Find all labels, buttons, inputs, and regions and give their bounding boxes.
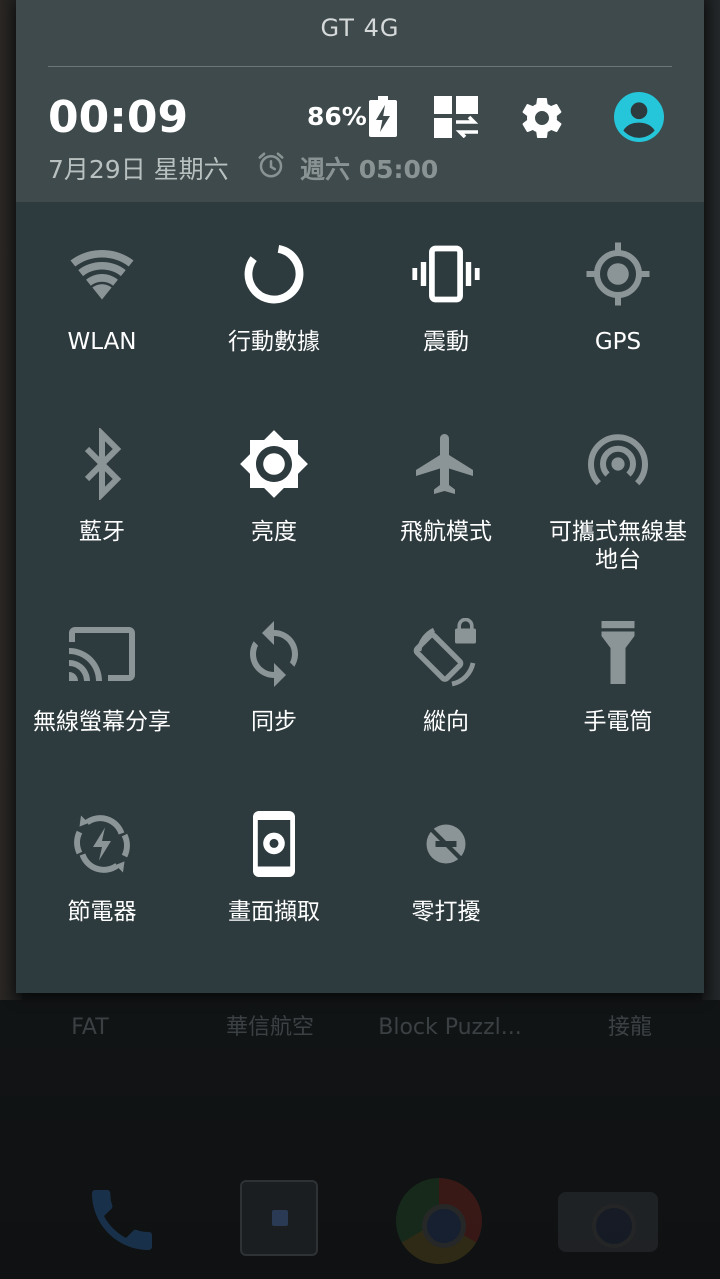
tile-cast[interactable]: 無線螢幕分享: [16, 582, 188, 772]
tile-sync[interactable]: 同步: [188, 582, 360, 772]
do-not-disturb-icon: [426, 824, 466, 864]
home-app-label: 接龍: [607, 1015, 652, 1040]
tile-gps[interactable]: GPS: [532, 202, 704, 392]
carrier-label: GT 4G: [320, 14, 400, 42]
status-header: GT 4G 00:09 7月29日 星期六 週六 05:00 86%: [16, 0, 704, 202]
gps-icon: [586, 242, 650, 306]
tile-flashlight[interactable]: 手電筒: [532, 582, 704, 772]
vibrate-icon: [412, 245, 480, 303]
hotspot-icon: [588, 434, 648, 486]
quick-settings-panel: GT 4G 00:09 7月29日 星期六 週六 05:00 86% WLAN …: [16, 0, 704, 993]
flashlight-icon: [601, 621, 635, 684]
tile-label: 藍牙: [79, 519, 125, 545]
date-label[interactable]: 7月29日 星期六: [48, 150, 229, 186]
home-app-label: 華信航空: [225, 1015, 314, 1040]
tile-label: GPS: [594, 329, 642, 355]
battery-charging-icon[interactable]: [368, 96, 398, 138]
tile-screenshot[interactable]: 畫面擷取: [188, 772, 360, 962]
battery-saver-icon: [74, 815, 130, 873]
wallpaper-edge-right: [702, 0, 720, 1000]
header-divider: [48, 66, 672, 67]
tile-label: 飛航模式: [400, 519, 492, 545]
gear-icon[interactable]: [518, 94, 566, 142]
mobile-data-icon: [244, 244, 304, 304]
tile-battery-saver[interactable]: 節電器: [16, 772, 188, 962]
tile-rotation[interactable]: 縱向: [360, 582, 532, 772]
home-dock: [0, 1170, 720, 1270]
tile-label: 可攜式無線基地台: [549, 519, 687, 573]
tile-label: 零打擾: [411, 899, 481, 925]
tile-label: 亮度: [251, 519, 297, 545]
tile-mobile-data[interactable]: 行動數據: [188, 202, 360, 392]
tile-label: 畫面擷取: [228, 899, 320, 925]
tile-do-not-disturb[interactable]: 零打擾: [360, 772, 532, 962]
airplane-icon: [416, 434, 473, 494]
tile-bluetooth[interactable]: 藍牙: [16, 392, 188, 582]
home-app-label: Block Puzzl...: [378, 1015, 522, 1040]
tile-brightness[interactable]: 亮度: [188, 392, 360, 582]
chrome-app-icon: [396, 1178, 482, 1264]
next-alarm-label[interactable]: 週六 05:00: [300, 150, 438, 186]
clock[interactable]: 00:09: [48, 92, 188, 143]
phone-app-icon: [92, 1190, 152, 1250]
rotation-lock-icon: [413, 618, 476, 687]
tile-vibrate[interactable]: 震動: [360, 202, 532, 392]
edit-tiles-icon[interactable]: [434, 96, 478, 138]
home-app-labels: FAT 華信航空 Block Puzzl... 接龍: [0, 1005, 720, 1055]
tile-label: 行動數據: [228, 329, 320, 355]
home-app-label: FAT: [71, 1015, 109, 1040]
tile-label: 手電筒: [583, 709, 653, 735]
user-avatar-icon[interactable]: [614, 92, 664, 142]
quick-settings-grid: WLAN 行動數據 震動 GPS 藍牙 亮度 飛航模式 可攜式無線基地台 無線螢…: [16, 202, 704, 993]
alarm-icon[interactable]: [256, 150, 286, 180]
tile-label: 節電器: [67, 899, 137, 925]
tile-label: 同步: [251, 709, 297, 735]
tile-label: WLAN: [67, 329, 137, 355]
tile-label: 無線螢幕分享: [33, 709, 171, 735]
cast-icon: [69, 627, 135, 681]
screenshot-icon: [253, 811, 295, 877]
bluetooth-icon: [84, 428, 122, 500]
tile-wlan[interactable]: WLAN: [16, 202, 188, 392]
tile-hotspot[interactable]: 可攜式無線基地台: [532, 392, 704, 582]
camera-app-icon: [558, 1192, 658, 1252]
brightness-icon: [240, 430, 308, 498]
app-drawer-icon: [240, 1180, 318, 1256]
tile-airplane-mode[interactable]: 飛航模式: [360, 392, 532, 582]
sync-icon: [250, 621, 298, 687]
tile-label: 縱向: [423, 709, 469, 735]
battery-percent[interactable]: 86%: [307, 102, 367, 131]
wifi-icon: [70, 250, 134, 300]
tile-label: 震動: [423, 329, 469, 355]
